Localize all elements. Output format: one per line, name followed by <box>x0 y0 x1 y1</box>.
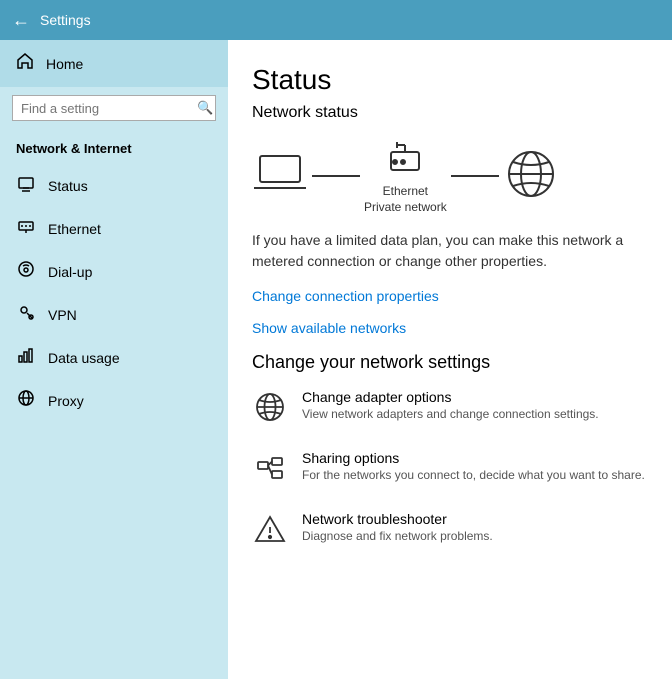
data-usage-label: Data usage <box>48 350 120 366</box>
sidebar-item-data-usage[interactable]: Data usage <box>0 336 228 379</box>
adapter-options-text: Change adapter options View network adap… <box>302 389 599 421</box>
troubleshooter-icon <box>252 513 288 552</box>
sharing-options-text: Sharing options For the networks you con… <box>302 450 645 482</box>
proxy-label: Proxy <box>48 393 84 409</box>
sharing-icon <box>252 452 288 491</box>
ethernet-icon <box>16 217 36 240</box>
vpn-label: VPN <box>48 307 77 323</box>
laptop-icon <box>252 150 308 203</box>
data-usage-icon <box>16 346 36 369</box>
sidebar-item-proxy[interactable]: Proxy <box>0 379 228 422</box>
sidebar: Home 🔍 Network & Internet Status <box>0 40 228 679</box>
home-icon <box>16 52 34 75</box>
troubleshooter-title: Network troubleshooter <box>302 511 493 527</box>
network-type-label: Private network <box>364 200 447 214</box>
dialup-label: Dial-up <box>48 264 92 280</box>
sharing-options-item[interactable]: Sharing options For the networks you con… <box>252 450 648 491</box>
troubleshooter-desc: Diagnose and fix network problems. <box>302 529 493 543</box>
router-section: Ethernet Private network <box>364 138 447 214</box>
adapter-options-item[interactable]: Change adapter options View network adap… <box>252 389 648 430</box>
sharing-options-title: Sharing options <box>302 450 645 466</box>
ethernet-label: Ethernet <box>48 221 101 237</box>
status-icon <box>16 174 36 197</box>
adapter-icon <box>252 391 288 430</box>
status-label: Status <box>48 178 88 194</box>
sidebar-item-vpn[interactable]: VPN <box>0 293 228 336</box>
back-button[interactable]: ← <box>12 10 30 31</box>
troubleshooter-item[interactable]: Network troubleshooter Diagnose and fix … <box>252 511 648 552</box>
ethernet-label-diagram: Ethernet <box>383 184 428 198</box>
app-title: Settings <box>40 12 91 28</box>
sidebar-item-ethernet[interactable]: Ethernet <box>0 207 228 250</box>
sharing-options-desc: For the networks you connect to, decide … <box>302 468 645 482</box>
change-connection-link[interactable]: Change connection properties <box>252 288 439 304</box>
change-section-title: Change your network settings <box>252 352 648 373</box>
main-layout: Home 🔍 Network & Internet Status <box>0 40 672 679</box>
sidebar-item-status[interactable]: Status <box>0 164 228 207</box>
search-box[interactable]: 🔍 <box>12 95 216 121</box>
network-line-1 <box>312 175 360 177</box>
network-line-2 <box>451 175 499 177</box>
proxy-icon <box>16 389 36 412</box>
home-label: Home <box>46 56 83 72</box>
vpn-icon <box>16 303 36 326</box>
sidebar-section-title: Network & Internet <box>0 129 228 164</box>
page-title: Status <box>252 64 648 96</box>
content-area: Status Network status <box>228 40 672 679</box>
network-status-title: Network status <box>252 104 648 122</box>
sidebar-item-dialup[interactable]: Dial-up <box>0 250 228 293</box>
info-text: If you have a limited data plan, you can… <box>252 230 648 272</box>
search-icon: 🔍 <box>197 100 213 116</box>
globe-icon <box>503 146 559 207</box>
search-input[interactable] <box>21 101 197 116</box>
dialup-icon <box>16 260 36 283</box>
network-diagram: Ethernet Private network <box>252 138 648 214</box>
adapter-options-title: Change adapter options <box>302 389 599 405</box>
troubleshooter-text: Network troubleshooter Diagnose and fix … <box>302 511 493 543</box>
adapter-options-desc: View network adapters and change connect… <box>302 407 599 421</box>
sidebar-item-home[interactable]: Home <box>0 40 228 87</box>
top-bar: ← Settings <box>0 0 672 40</box>
show-networks-link[interactable]: Show available networks <box>252 320 406 336</box>
